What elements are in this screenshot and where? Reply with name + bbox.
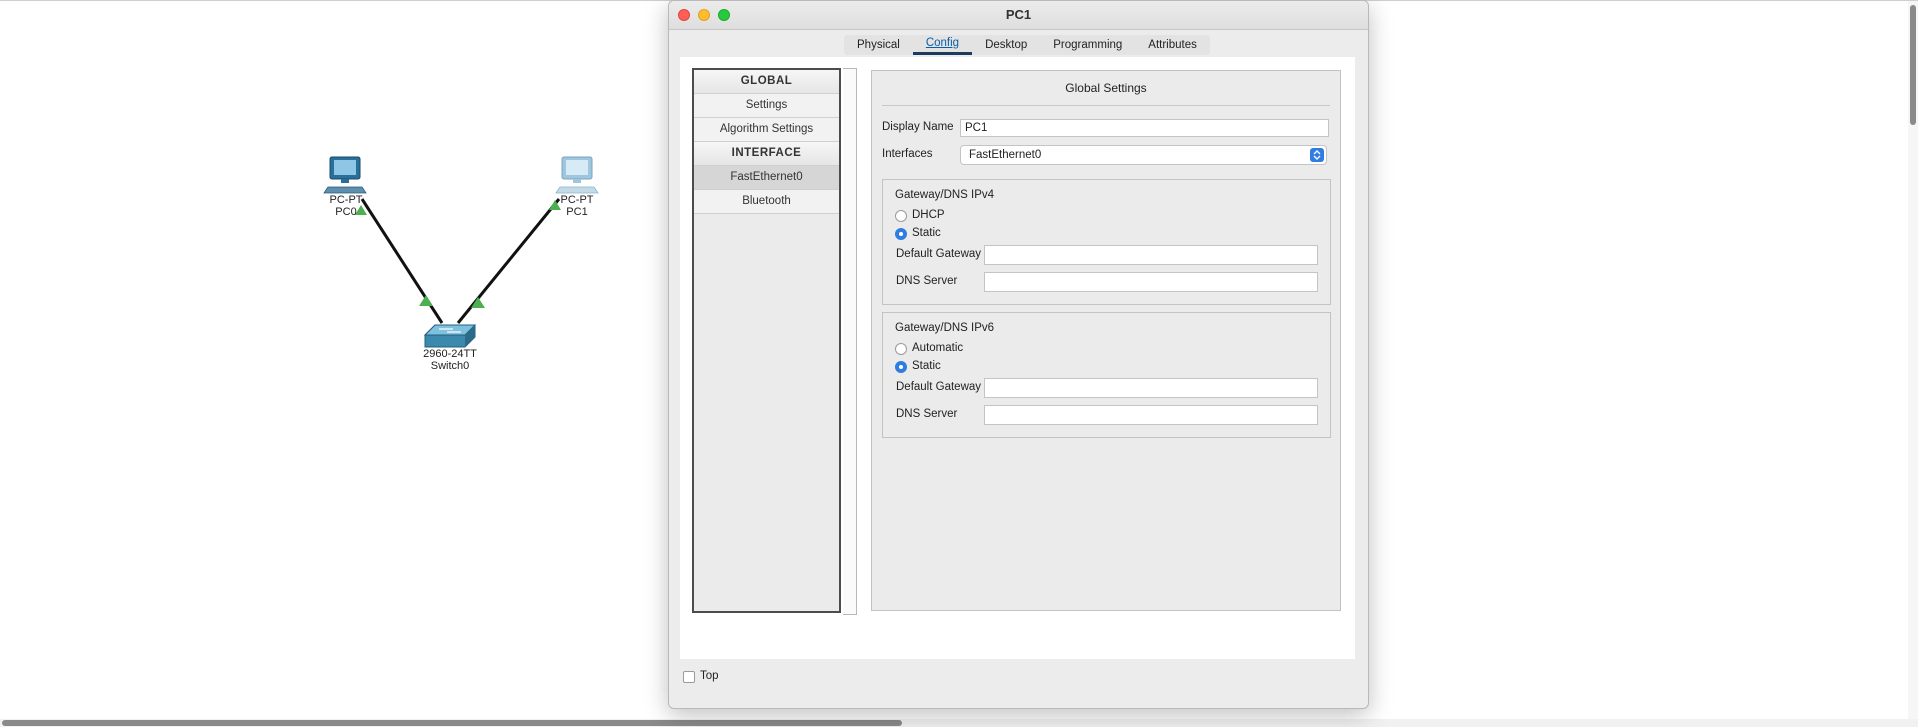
pc1-label: PC-PT PC1 [557, 194, 597, 218]
config-content: GLOBAL Settings Algorithm Settings INTER… [680, 57, 1355, 659]
top-checkbox-label: Top [700, 670, 719, 682]
network-switch-icon[interactable] [423, 324, 477, 348]
tab-bar: Physical Config Desktop Programming Attr… [844, 35, 1210, 55]
ipv4-static-label: Static [912, 227, 941, 239]
ipv6-static-label: Static [912, 360, 941, 372]
ipv6-dns-label: DNS Server [896, 408, 958, 420]
ipv6-dns-field[interactable] [984, 405, 1318, 425]
display-name-field[interactable]: PC1 [960, 119, 1329, 137]
horizontal-scrollbar-thumb[interactable] [2, 720, 902, 726]
sidebar-header-global: GLOBAL [694, 70, 839, 94]
ipv4-gateway-label: Default Gateway [896, 248, 982, 260]
window-titlebar[interactable]: PC1 [669, 1, 1368, 30]
ipv4-dns-field[interactable] [984, 272, 1318, 292]
sidebar-item-fastethernet0[interactable]: FastEthernet0 [694, 166, 839, 190]
tab-physical[interactable]: Physical [844, 35, 913, 55]
ipv6-group-title: Gateway/DNS IPv6 [895, 322, 995, 334]
global-settings-panel: Global Settings Display Name PC1 Interfa… [871, 70, 1341, 611]
link-pc1-switch[interactable] [456, 198, 561, 324]
interfaces-label: Interfaces [882, 148, 933, 160]
ipv4-dhcp-label: DHCP [912, 209, 945, 221]
desktop-computer-icon[interactable] [323, 156, 367, 194]
top-checkbox[interactable] [683, 671, 695, 683]
tab-desktop[interactable]: Desktop [972, 35, 1040, 55]
pc0-label: PC-PT PC0 [326, 194, 366, 218]
ipv6-gateway-field[interactable] [984, 378, 1318, 398]
interfaces-select-value: FastEthernet0 [969, 149, 1042, 161]
tab-attributes[interactable]: Attributes [1135, 35, 1210, 55]
sidebar-header-interface: INTERFACE [694, 142, 839, 166]
device-name: PC0 [335, 206, 357, 218]
ipv6-gateway-label: Default Gateway [896, 381, 982, 393]
ipv4-group: Gateway/DNS IPv4 DHCP Static Default Gat… [882, 179, 1331, 305]
ipv6-group: Gateway/DNS IPv6 Automatic Static Defaul… [882, 312, 1331, 438]
ipv4-gateway-field[interactable] [984, 245, 1318, 265]
ipv4-dhcp-radio[interactable] [895, 210, 907, 222]
chevron-up-down-icon [1310, 148, 1324, 162]
ipv4-group-title: Gateway/DNS IPv4 [895, 189, 995, 201]
ipv4-static-radio[interactable] [895, 228, 907, 240]
link-up-triangle-icon [419, 295, 433, 306]
display-name-label: Display Name [882, 121, 954, 133]
switch0-label: 2960-24TT Switch0 [418, 348, 482, 372]
device-model: PC-PT [329, 194, 363, 206]
tab-programming[interactable]: Programming [1040, 35, 1135, 55]
vertical-scrollbar-thumb[interactable] [1910, 5, 1916, 125]
device-model: PC-PT [560, 194, 594, 206]
window-title: PC1 [1005, 7, 1032, 22]
device-name: Switch0 [430, 360, 470, 372]
tab-config[interactable]: Config [912, 35, 973, 55]
interfaces-select[interactable]: FastEthernet0 [960, 145, 1327, 165]
sidebar-item-bluetooth[interactable]: Bluetooth [694, 190, 839, 214]
ipv6-automatic-label: Automatic [912, 342, 964, 354]
sidebar-item-algorithm-settings[interactable]: Algorithm Settings [694, 118, 839, 142]
device-model: 2960-24TT [423, 348, 477, 360]
config-sidebar: GLOBAL Settings Algorithm Settings INTER… [692, 68, 841, 613]
panel-title: Global Settings [1065, 81, 1147, 95]
device-name: PC1 [566, 206, 588, 218]
vertical-scrollbar[interactable] [1908, 1, 1918, 719]
device-config-window: PC1 Physical Config Desktop Programming … [668, 0, 1369, 709]
ipv6-static-radio[interactable] [895, 361, 907, 373]
sidebar-item-settings[interactable]: Settings [694, 94, 839, 118]
ipv4-dns-label: DNS Server [896, 275, 958, 287]
ipv6-automatic-radio[interactable] [895, 343, 907, 355]
desktop-computer-icon[interactable] [555, 156, 599, 194]
divider [882, 105, 1330, 106]
sidebar-scrollbar[interactable] [843, 68, 857, 615]
